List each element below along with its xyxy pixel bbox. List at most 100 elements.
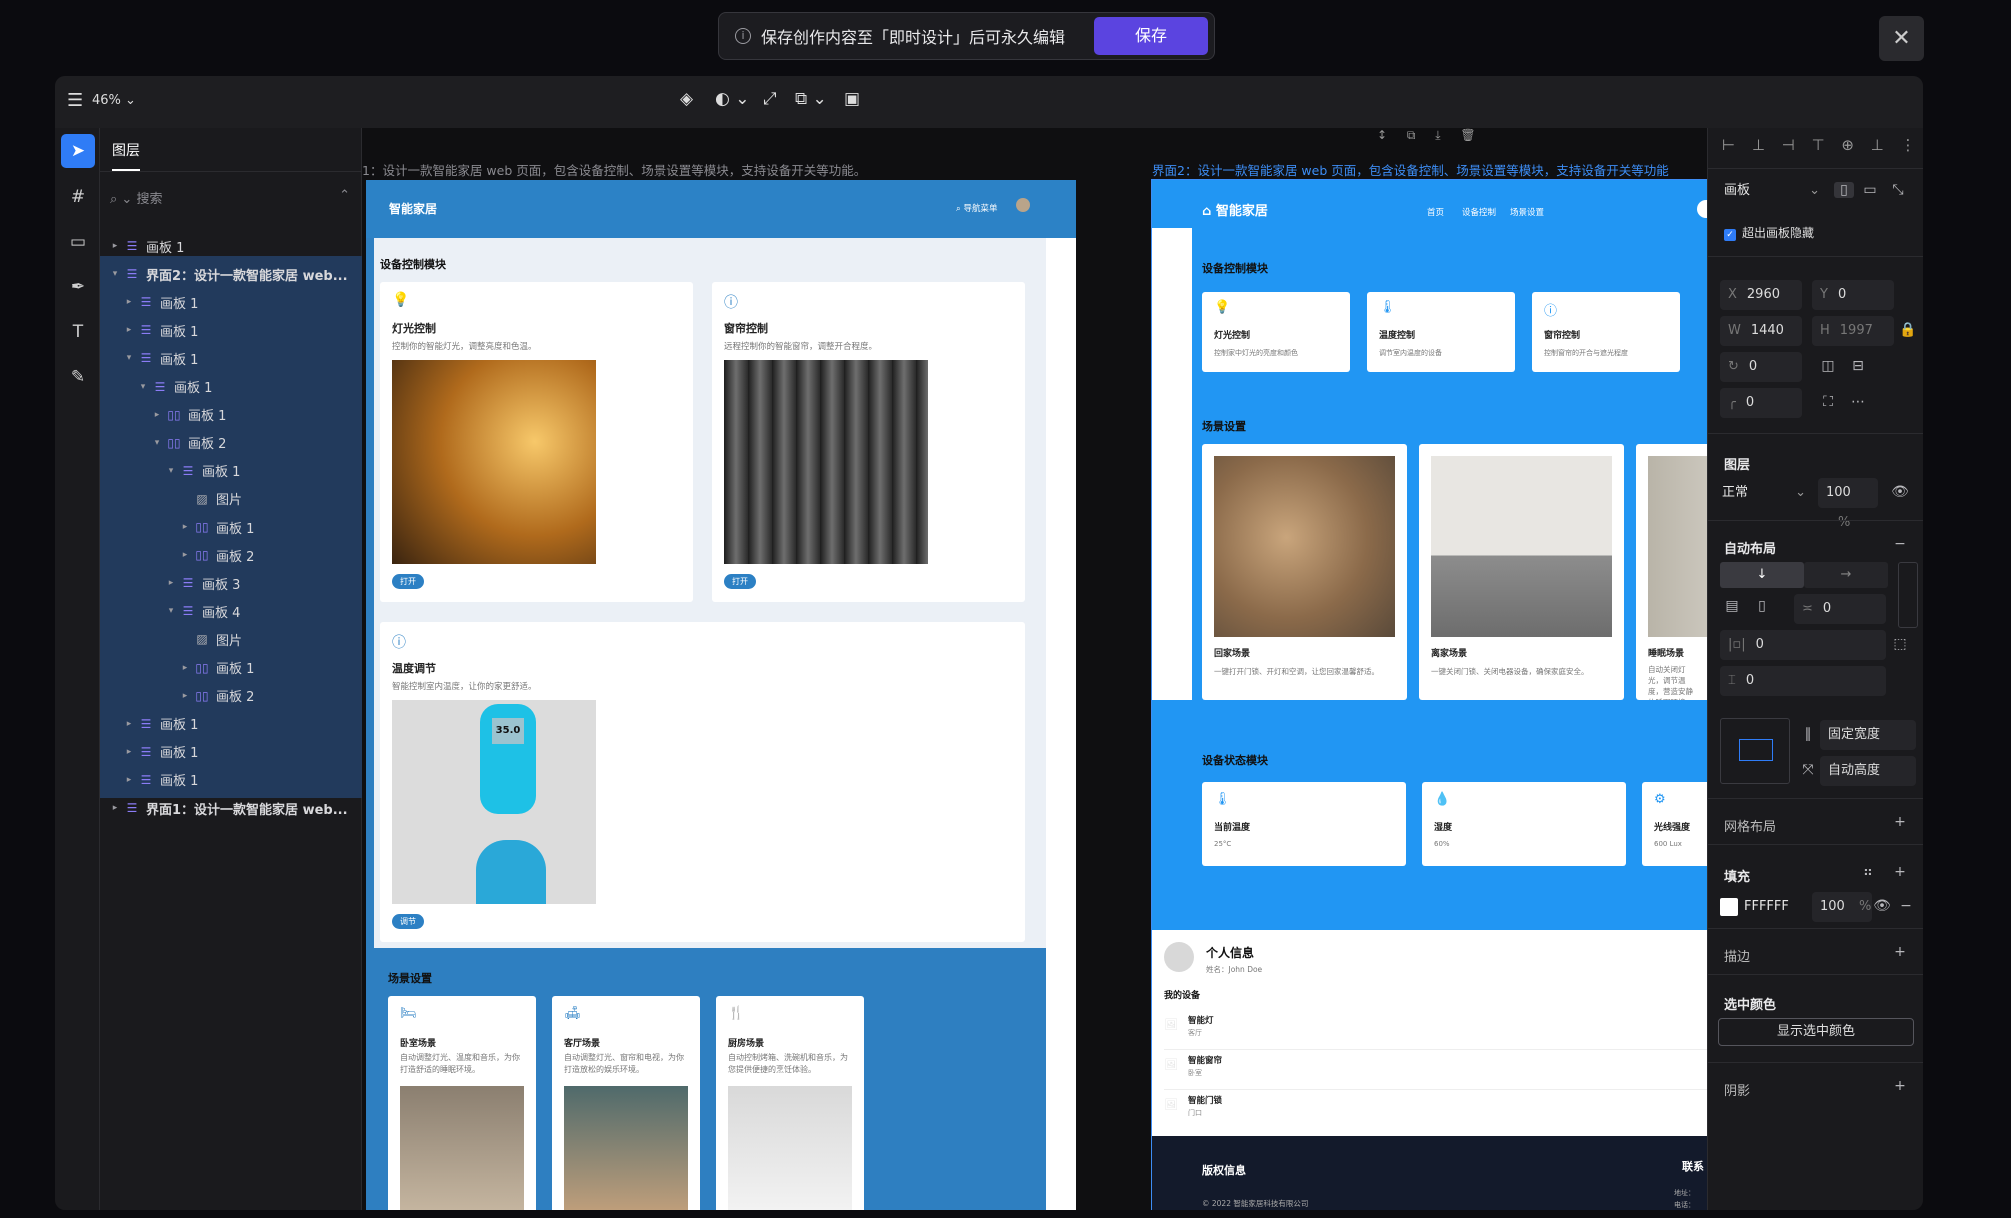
expand-arrow-icon[interactable]: ▸ <box>122 719 136 729</box>
portrait-icon[interactable]: ▯ <box>1834 182 1854 198</box>
expand-arrow-icon[interactable]: ▾ <box>164 466 178 476</box>
minus-icon[interactable]: − <box>1890 536 1910 552</box>
rectangle-tool-icon[interactable]: ▭ <box>61 225 95 259</box>
collapse-icon[interactable]: ⌃ <box>339 188 350 203</box>
direction-down-icon[interactable]: ↓ <box>1720 562 1804 588</box>
zoom-select[interactable]: 46% ⌄ <box>92 93 136 108</box>
expand-arrow-icon[interactable]: ▾ <box>150 438 164 448</box>
device-row[interactable]: 🖼 智能窗帘 卧室 <box>1164 1052 1707 1090</box>
nav-scenes[interactable]: 场景设置 <box>1510 206 1544 218</box>
fill-swatch[interactable] <box>1720 898 1738 916</box>
alignment-grid[interactable] <box>1898 562 1918 628</box>
expand-arrow-icon[interactable]: ▸ <box>178 550 192 560</box>
expand-arrow-icon[interactable]: ▸ <box>122 775 136 785</box>
corner-icon[interactable]: ⛶ <box>1818 394 1838 410</box>
hug-icon[interactable]: ▤ <box>1722 598 1742 614</box>
device-row[interactable]: 🖼 智能灯 客厅 <box>1164 1012 1707 1050</box>
f1-card-temperature[interactable]: ⓘ 温度调节 智能控制室内温度，让你的家更舒适。 35.0 调节 <box>380 622 1025 942</box>
expand-arrow-icon[interactable]: ▾ <box>122 353 136 363</box>
frame-icon[interactable]: ▣ <box>844 89 860 109</box>
width-mode-select[interactable]: 固定宽度 <box>1820 720 1916 750</box>
expand-arrow-icon[interactable]: ▾ <box>136 382 150 392</box>
eye-icon[interactable]: 👁 <box>1872 898 1892 914</box>
frame-1[interactable]: 智能家居 ⌕ 导航菜单 设备控制模块 设备控制模块 💡 灯光控制 控制你的智能灯… <box>366 180 1076 1210</box>
pencil-tool-icon[interactable]: ✎ <box>61 360 95 394</box>
expand-arrow-icon[interactable]: ▸ <box>150 410 164 420</box>
nav-devices[interactable]: 设备控制 <box>1462 206 1496 218</box>
f2-scene-card[interactable]: 回家场景 一键打开门锁、开灯和空调，让您回家温馨舒适。 <box>1202 444 1407 700</box>
blend-select[interactable]: 正常 ⌄ <box>1720 478 1812 508</box>
f1-open-button[interactable]: 打开 <box>724 574 756 589</box>
layer-search[interactable]: ⌕ ⌄ 搜索 ⌃ <box>110 188 350 212</box>
rotation-field[interactable]: ↻ 0 <box>1720 352 1802 382</box>
f1-scene-card[interactable]: 🛏 卧室场景 自动调整灯光、温度和音乐，为你打造舒适的睡眠环境。 <box>388 996 536 1210</box>
close-icon[interactable]: ✕ <box>1879 16 1924 61</box>
fill-opacity[interactable]: 100 % <box>1812 892 1872 922</box>
f2-scene-card[interactable]: 离家场景 一键关闭门锁、关闭电器设备，确保家庭安全。 <box>1419 444 1624 700</box>
f2-status-card[interactable]: 💧 湿度 60% <box>1422 782 1626 866</box>
f1-scene-card[interactable]: 🛋 客厅场景 自动调整灯光、窗帘和电视，为你打造放松的娱乐环境。 <box>552 996 700 1210</box>
f1-scene-card[interactable]: 🍴 厨房场景 自动控制烤箱、洗碗机和音乐，为您提供便捷的烹饪体验。 <box>716 996 864 1210</box>
opacity-field[interactable]: 100 % <box>1818 478 1878 530</box>
minus-icon[interactable]: − <box>1896 898 1916 914</box>
fill-hex[interactable]: FFFFFF <box>1744 894 1789 920</box>
f1-card-curtain[interactable]: ⓘ 窗帘控制 远程控制你的智能窗帘，调整开合程度。 打开 <box>712 282 1025 602</box>
resize-icon[interactable]: ⤢ <box>763 89 777 109</box>
padding-v-field[interactable]: ⌶ 0 <box>1720 666 1886 696</box>
landscape-icon[interactable]: ▭ <box>1860 182 1880 198</box>
f1-card-light[interactable]: 💡 灯光控制 控制你的智能灯光，调整亮度和色温。 打开 <box>380 282 693 602</box>
clip-content-checkbox[interactable]: ✓ 超出画板隐藏 <box>1724 224 1814 241</box>
save-button[interactable]: 保存 <box>1094 17 1208 55</box>
lock-icon[interactable]: 🔒 <box>1898 322 1918 338</box>
boolean-icon[interactable]: ⧉ ⌄ <box>795 89 827 109</box>
select-tool-icon[interactable]: ➤ <box>61 134 95 168</box>
frame-2[interactable]: ⌂ 智能家居 首页 设备控制 场景设置 设备控制模块 💡 灯光控制 控制家中灯光… <box>1151 179 1707 1210</box>
direction-right-icon[interactable]: → <box>1804 562 1888 588</box>
expand-arrow-icon[interactable]: ▾ <box>108 269 122 279</box>
height-field[interactable]: H 1997 <box>1812 316 1894 346</box>
component-icon[interactable]: ◈ <box>680 89 693 109</box>
flip-horizontal-icon[interactable]: ◫ <box>1818 358 1838 374</box>
padding-detail-icon[interactable]: ⬚ <box>1890 636 1910 652</box>
width-field[interactable]: W 1440 <box>1720 316 1802 346</box>
gap-field[interactable]: ≍ 0 <box>1794 594 1886 624</box>
expand-arrow-icon[interactable]: ▸ <box>178 691 192 701</box>
flip-vertical-icon[interactable]: ⊟ <box>1848 358 1868 374</box>
y-field[interactable]: Y0 <box>1812 280 1894 310</box>
x-field[interactable]: X 2960 <box>1720 280 1802 310</box>
avatar[interactable] <box>1016 198 1030 212</box>
expand-arrow-icon[interactable]: ▸ <box>178 522 192 532</box>
layer-row[interactable]: ▸ ☰ 界面1：设计一款智能家居 web... <box>100 790 362 826</box>
more-icon[interactable]: ⋯ <box>1848 394 1868 410</box>
align-toolbar[interactable]: ⊢ ⊥ ⊣ ⊤ ⊕ ⊥ ⋮ <box>1722 136 1916 154</box>
expand-arrow-icon[interactable]: ▸ <box>108 241 122 251</box>
f2-scene-card[interactable]: 睡眠场景 自动关闭灯光，调节温度，营造安静的睡眠环境。 <box>1636 444 1707 700</box>
frame-tool-icon[interactable]: # <box>61 180 95 214</box>
frame2-label[interactable]: 界面2：设计一款智能家居 web 页面，包含设备控制、场景设置等模块，支持设备开… <box>1152 160 1669 179</box>
f1-search[interactable]: ⌕ 导航菜单 <box>956 202 997 214</box>
frame-type-select[interactable]: 画板 ⌄ <box>1724 176 1824 206</box>
f2-device-card[interactable]: 🌡 温度控制 调节室内温度的设备 <box>1367 292 1515 372</box>
styles-icon[interactable]: ⠶ <box>1858 864 1878 880</box>
fill-icon[interactable]: ▯ <box>1752 598 1772 614</box>
f1-adjust-button[interactable]: 调节 <box>392 914 424 929</box>
show-selection-colors-button[interactable]: 显示选中颜色 <box>1718 1018 1914 1046</box>
expand-arrow-icon[interactable]: ▸ <box>164 578 178 588</box>
pen-tool-icon[interactable]: ✒ <box>61 270 95 304</box>
padding-h-field[interactable]: |▫| 0 <box>1720 630 1886 660</box>
frame1-label[interactable]: 1：设计一款智能家居 web 页面，包含设备控制、场景设置等模块，支持设备开关等… <box>362 160 866 179</box>
f2-status-card[interactable]: 🌡 当前温度 25°C <box>1202 782 1406 866</box>
text-tool-icon[interactable]: T <box>61 315 95 349</box>
add-icon[interactable]: + <box>1890 814 1910 830</box>
canvas[interactable]: 1：设计一款智能家居 web 页面，包含设备控制、场景设置等模块，支持设备开关等… <box>362 128 1707 1210</box>
f2-device-card[interactable]: 💡 灯光控制 控制家中灯光的亮度和颜色 <box>1202 292 1350 372</box>
expand-arrow-icon[interactable]: ▸ <box>122 747 136 757</box>
expand-arrow-icon[interactable]: ▸ <box>122 297 136 307</box>
device-row[interactable]: 🖼 智能门锁 门口 <box>1164 1092 1707 1130</box>
f1-open-button[interactable]: 打开 <box>392 574 424 589</box>
add-icon[interactable]: + <box>1890 1078 1910 1094</box>
nav-home[interactable]: 首页 <box>1427 206 1444 218</box>
f2-status-card[interactable]: ⚙ 光线强度 600 Lux <box>1642 782 1707 866</box>
height-mode-select[interactable]: 自动高度 <box>1820 756 1916 786</box>
f2-device-card[interactable]: ⓘ 窗帘控制 控制窗帘的开合与遮光程度 <box>1532 292 1680 372</box>
